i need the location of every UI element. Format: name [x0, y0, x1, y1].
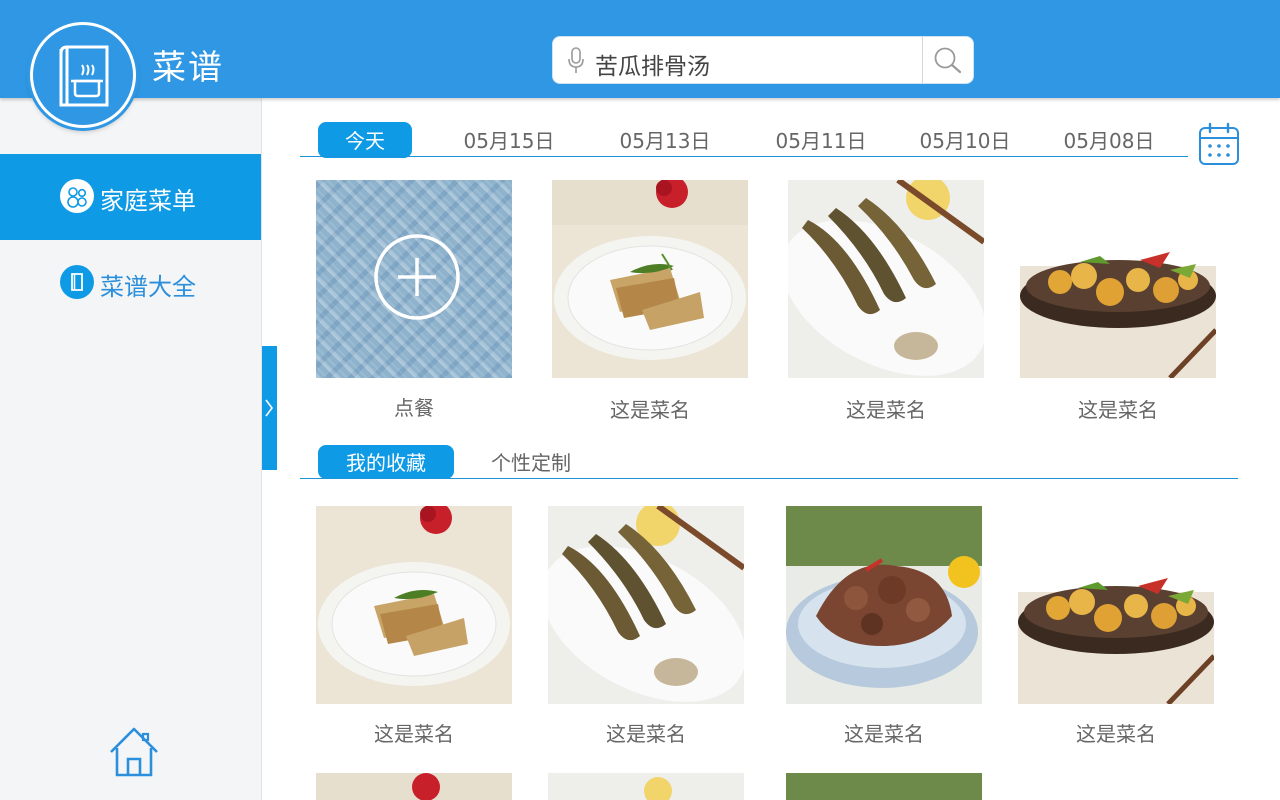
dish-name: 这是菜名	[374, 722, 454, 746]
dish-name: 这是菜名	[846, 398, 926, 422]
dish-name: 这是菜名	[1078, 398, 1158, 422]
sidebar-item-recipe-collection[interactable]: 菜谱大全	[0, 240, 261, 326]
dish-name: 这是菜名	[606, 722, 686, 746]
dish-image-cauliflower[interactable]	[1020, 180, 1216, 378]
fav-tabs-underline	[300, 478, 1238, 479]
dish-image-fried-fish[interactable]	[788, 180, 984, 378]
main-content: 今天 05月15日 05月13日 05月11日 05月10日 05月08日 点餐	[263, 98, 1280, 800]
app-title: 菜谱	[152, 48, 224, 88]
tab-my-favorites[interactable]: 我的收藏	[318, 445, 454, 479]
dish-image-partial[interactable]	[548, 773, 744, 800]
app-header: 菜谱 苦瓜排骨汤	[0, 0, 1280, 98]
dish-image-partial[interactable]	[786, 773, 982, 800]
date-tab[interactable]: 05月15日	[458, 126, 560, 156]
family-icon	[60, 179, 94, 213]
dish-image-braised-meat[interactable]	[786, 506, 982, 704]
date-tab-today[interactable]: 今天	[318, 122, 412, 158]
date-tabs-underline	[300, 156, 1188, 157]
sidebar: 家庭菜单 菜谱大全	[0, 98, 262, 800]
sidebar-item-family-menu[interactable]: 家庭菜单	[0, 154, 261, 240]
date-tab[interactable]: 05月08日	[1058, 126, 1160, 156]
sidebar-item-label: 菜谱大全	[100, 273, 196, 301]
search-button[interactable]	[923, 37, 973, 83]
add-order-label: 点餐	[394, 396, 434, 420]
dish-image-fried-fish[interactable]	[548, 506, 744, 704]
dish-image-fish-fillet[interactable]	[316, 506, 512, 704]
sidebar-collapse-toggle[interactable]	[262, 346, 277, 470]
chevron-right-icon	[265, 399, 273, 417]
date-tab[interactable]: 05月10日	[914, 126, 1016, 156]
tab-personal-custom[interactable]: 个性定制	[481, 445, 581, 479]
dish-image-fish-fillet[interactable]	[552, 180, 748, 378]
plus-circle-icon	[374, 234, 460, 320]
book-icon	[60, 265, 94, 299]
search-bar[interactable]: 苦瓜排骨汤	[552, 36, 974, 84]
microphone-icon[interactable]	[567, 47, 585, 79]
dish-name: 这是菜名	[610, 398, 690, 422]
dish-image-partial[interactable]	[316, 773, 512, 800]
dish-image-cauliflower[interactable]	[1018, 506, 1214, 704]
home-icon[interactable]	[108, 726, 160, 782]
dish-name: 这是菜名	[1076, 722, 1156, 746]
date-tab[interactable]: 05月11日	[770, 126, 872, 156]
date-tab[interactable]: 05月13日	[614, 126, 716, 156]
search-icon	[934, 47, 962, 74]
recipe-book-icon	[59, 45, 109, 107]
search-input[interactable]: 苦瓜排骨汤	[595, 47, 710, 81]
dish-name: 这是菜名	[844, 722, 924, 746]
sidebar-item-label: 家庭菜单	[100, 187, 196, 215]
app-logo	[30, 22, 136, 128]
add-order-tile[interactable]	[316, 180, 512, 378]
calendar-icon[interactable]	[1198, 122, 1240, 170]
